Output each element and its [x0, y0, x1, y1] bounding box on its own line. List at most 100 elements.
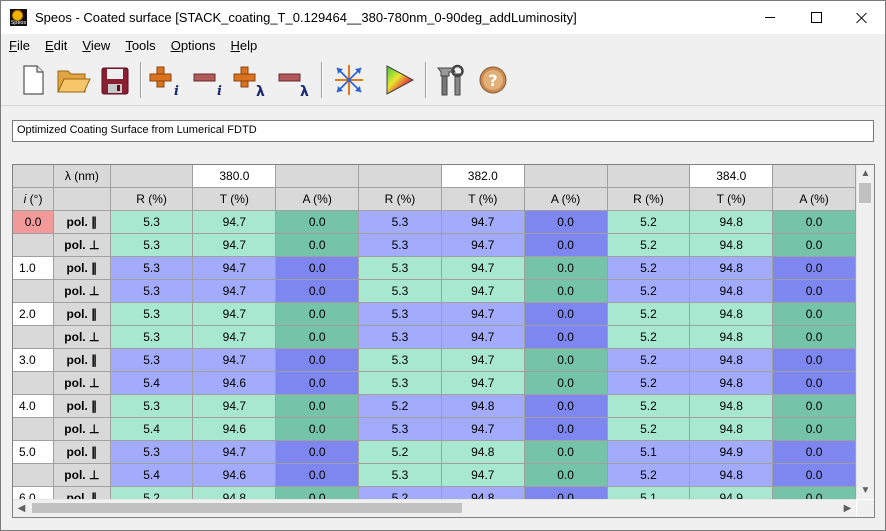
description-field[interactable]: Optimized Coating Surface from Lumerical… — [12, 120, 874, 142]
r-value[interactable]: 5.2 — [607, 279, 691, 303]
r-value[interactable]: 5.2 — [607, 371, 691, 395]
r-value[interactable]: 5.3 — [110, 279, 194, 303]
remove-angle-button[interactable]: i — [190, 62, 226, 99]
a-value[interactable]: 0.0 — [275, 256, 360, 280]
new-file-button[interactable] — [15, 62, 51, 98]
t-value[interactable]: 94.7 — [192, 440, 277, 464]
add-wavelength-button[interactable]: λ — [232, 62, 268, 100]
t-value[interactable]: 94.7 — [192, 394, 277, 418]
r-value[interactable]: 5.4 — [110, 463, 194, 487]
a-value[interactable]: 0.0 — [524, 440, 608, 464]
remove-wavelength-button[interactable]: λ — [275, 62, 311, 100]
a-value[interactable]: 0.0 — [524, 256, 608, 280]
close-button[interactable] — [839, 1, 885, 34]
t-value[interactable]: 94.8 — [441, 394, 525, 418]
vertical-scrollbar[interactable]: ▲ ▼ — [856, 165, 874, 499]
open-button[interactable] — [55, 62, 91, 98]
a-value[interactable]: 0.0 — [524, 463, 608, 487]
r-value[interactable]: 5.2 — [110, 486, 194, 499]
t-value[interactable]: 94.7 — [192, 279, 277, 303]
angle-cell[interactable]: 4.0 — [13, 394, 55, 418]
menu-options[interactable]: Options — [163, 35, 223, 55]
r-value[interactable]: 5.3 — [358, 371, 442, 395]
a-value[interactable]: 0.0 — [772, 417, 856, 441]
r-value[interactable]: 5.2 — [358, 394, 442, 418]
color-spectrum-button[interactable] — [381, 62, 417, 98]
t-value[interactable]: 94.6 — [192, 371, 277, 395]
t-value[interactable]: 94.8 — [689, 417, 774, 441]
t-value[interactable]: 94.8 — [689, 233, 774, 257]
a-value[interactable]: 0.0 — [772, 325, 856, 349]
t-value[interactable]: 94.7 — [192, 348, 277, 372]
wavelength-value[interactable]: 384.0 — [689, 165, 774, 188]
horizontal-scrollbar[interactable]: ◀ ▶ — [13, 499, 856, 517]
a-value[interactable]: 0.0 — [275, 233, 360, 257]
r-value[interactable]: 5.3 — [358, 302, 442, 326]
speos-app-icon[interactable]: Speos — [10, 9, 27, 26]
menu-help[interactable]: Help — [223, 35, 265, 55]
r-value[interactable]: 5.4 — [110, 371, 194, 395]
r-value[interactable]: 5.2 — [607, 348, 691, 372]
r-value[interactable]: 5.3 — [358, 463, 442, 487]
a-value[interactable]: 0.0 — [772, 486, 856, 499]
angle-cell[interactable]: 0.0 — [13, 210, 55, 234]
a-value[interactable]: 0.0 — [772, 463, 856, 487]
a-value[interactable]: 0.0 — [772, 302, 856, 326]
t-value[interactable]: 94.7 — [441, 279, 525, 303]
r-value[interactable]: 5.3 — [110, 440, 194, 464]
r-value[interactable]: 5.3 — [358, 233, 442, 257]
t-value[interactable]: 94.7 — [192, 302, 277, 326]
tools-button[interactable] — [433, 62, 469, 98]
t-value[interactable]: 94.8 — [441, 440, 525, 464]
t-value[interactable]: 94.8 — [689, 256, 774, 280]
t-value[interactable]: 94.7 — [441, 233, 525, 257]
a-value[interactable]: 0.0 — [772, 279, 856, 303]
t-value[interactable]: 94.7 — [192, 233, 277, 257]
t-value[interactable]: 94.7 — [441, 371, 525, 395]
menu-view[interactable]: View — [74, 35, 117, 55]
a-value[interactable]: 0.0 — [275, 463, 360, 487]
r-value[interactable]: 5.3 — [110, 233, 194, 257]
r-value[interactable]: 5.3 — [110, 256, 194, 280]
t-value[interactable]: 94.7 — [441, 348, 525, 372]
a-value[interactable]: 0.0 — [524, 325, 608, 349]
r-value[interactable]: 5.2 — [607, 233, 691, 257]
t-value[interactable]: 94.8 — [689, 302, 774, 326]
a-value[interactable]: 0.0 — [275, 302, 360, 326]
a-value[interactable]: 0.0 — [275, 325, 360, 349]
r-value[interactable]: 5.2 — [607, 325, 691, 349]
t-value[interactable]: 94.8 — [689, 279, 774, 303]
a-value[interactable]: 0.0 — [772, 440, 856, 464]
t-value[interactable]: 94.7 — [441, 210, 525, 234]
t-value[interactable]: 94.7 — [441, 325, 525, 349]
t-value[interactable]: 94.9 — [689, 440, 774, 464]
a-value[interactable]: 0.0 — [772, 371, 856, 395]
a-value[interactable]: 0.0 — [524, 348, 608, 372]
r-value[interactable]: 5.3 — [110, 325, 194, 349]
t-value[interactable]: 94.7 — [441, 302, 525, 326]
vertical-scroll-thumb[interactable] — [859, 183, 871, 203]
r-value[interactable]: 5.2 — [607, 394, 691, 418]
t-value[interactable]: 94.7 — [192, 256, 277, 280]
angle-cell[interactable]: 5.0 — [13, 440, 55, 464]
help-button[interactable]: ? — [475, 62, 511, 98]
t-value[interactable]: 94.8 — [192, 486, 277, 499]
t-value[interactable]: 94.8 — [689, 463, 774, 487]
a-value[interactable]: 0.0 — [524, 233, 608, 257]
r-value[interactable]: 5.2 — [607, 210, 691, 234]
a-value[interactable]: 0.0 — [275, 486, 360, 499]
a-value[interactable]: 0.0 — [524, 486, 608, 499]
a-value[interactable]: 0.0 — [275, 279, 360, 303]
t-value[interactable]: 94.8 — [689, 348, 774, 372]
a-value[interactable]: 0.0 — [772, 348, 856, 372]
scroll-up-icon[interactable]: ▲ — [857, 165, 874, 182]
t-value[interactable]: 94.7 — [192, 325, 277, 349]
r-value[interactable]: 5.2 — [358, 440, 442, 464]
r-value[interactable]: 5.2 — [607, 256, 691, 280]
a-value[interactable]: 0.0 — [524, 417, 608, 441]
a-value[interactable]: 0.0 — [275, 440, 360, 464]
wavelength-value[interactable]: 380.0 — [192, 165, 277, 188]
scroll-down-icon[interactable]: ▼ — [857, 482, 874, 499]
angle-cell[interactable]: 1.0 — [13, 256, 55, 280]
t-value[interactable]: 94.8 — [689, 325, 774, 349]
